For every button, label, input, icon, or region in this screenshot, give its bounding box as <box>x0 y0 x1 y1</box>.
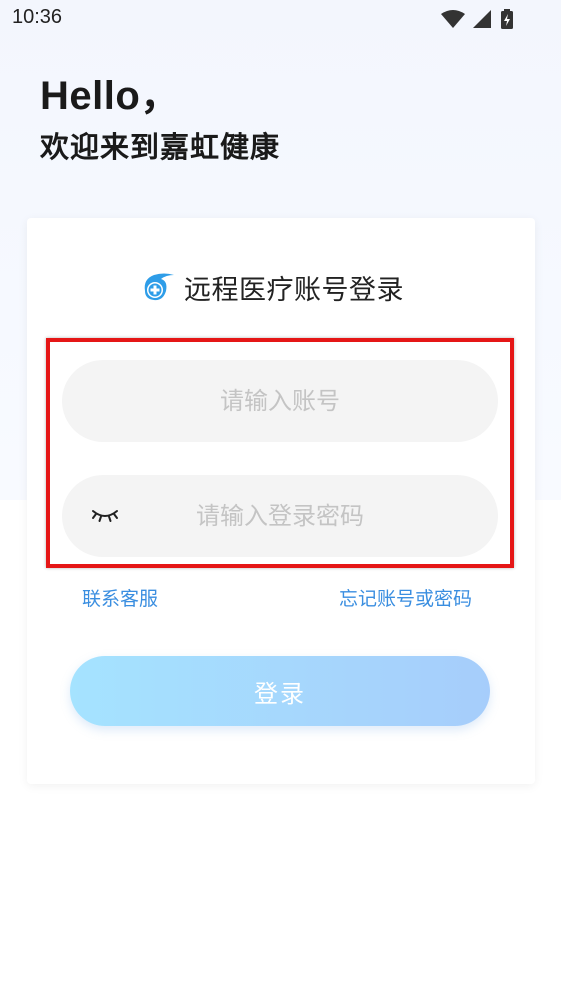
account-field[interactable] <box>62 360 498 442</box>
login-title-text: 远程医疗账号登录 <box>184 274 404 306</box>
greeting-hello: Hello， <box>40 74 181 118</box>
battery-icon <box>501 9 513 29</box>
app-logo-icon <box>144 273 174 301</box>
greeting: Hello， 欢迎来到嘉虹健康 <box>40 72 280 164</box>
status-icons <box>441 9 513 29</box>
wifi-icon <box>441 10 465 28</box>
forgot-password-link[interactable]: 忘记账号或密码 <box>339 584 472 611</box>
login-button[interactable]: 登录 <box>70 656 490 726</box>
account-input[interactable] <box>62 360 498 442</box>
password-field[interactable] <box>62 475 498 557</box>
contact-support-link[interactable]: 联系客服 <box>82 584 158 611</box>
status-time: 10:36 <box>12 6 63 28</box>
password-input[interactable] <box>62 475 498 557</box>
status-bar: 10:36 <box>0 0 561 38</box>
signal-icon <box>473 10 491 28</box>
login-card-title: 远程医疗账号登录 <box>140 267 404 307</box>
eye-closed-icon[interactable] <box>90 505 120 525</box>
greeting-welcome: 欢迎来到嘉虹健康 <box>40 130 281 164</box>
